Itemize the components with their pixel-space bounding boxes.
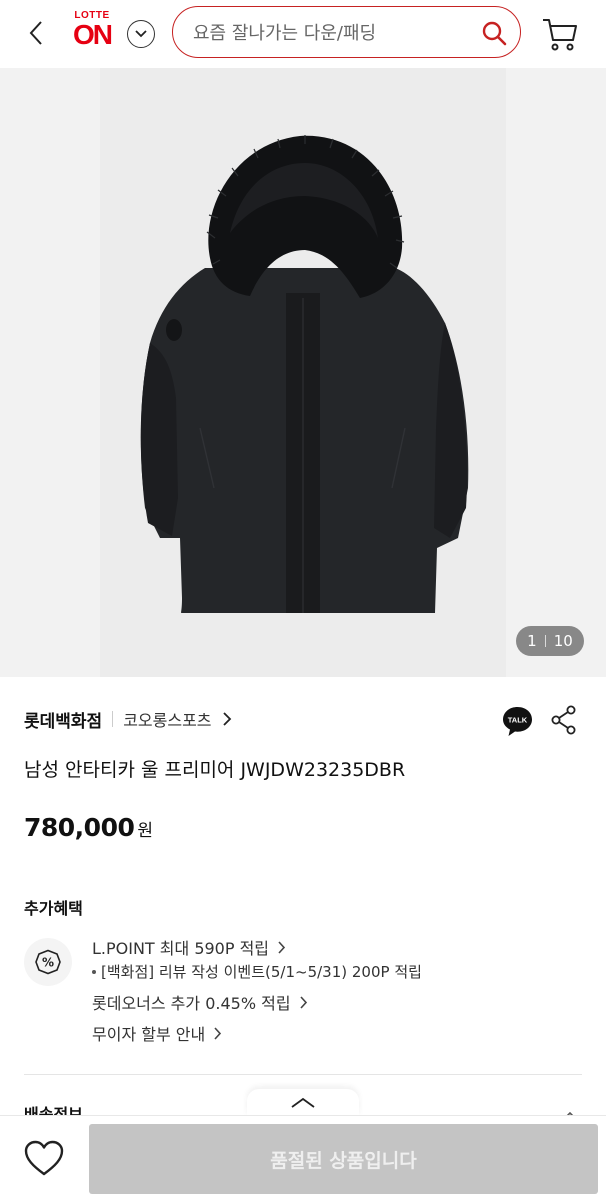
mall-menu-toggle[interactable]	[127, 20, 155, 48]
brand-divider	[112, 711, 114, 727]
product-price: 780,000	[24, 813, 135, 842]
product-image-jacket	[140, 135, 469, 613]
chevron-down-icon	[135, 30, 147, 38]
benefit-review-event: [백화점] 리뷰 작성 이벤트(5/1~5/31) 200P 적립	[92, 961, 422, 982]
sub-brand-link[interactable]: 코오롱스포츠	[123, 707, 211, 731]
top-header: LOTTE ON	[0, 0, 606, 68]
section-divider	[24, 1074, 582, 1075]
brand-row: 롯데백화점 코오롱스포츠	[24, 705, 232, 733]
chevron-right-icon[interactable]	[222, 712, 232, 726]
store-brand-link[interactable]: 롯데백화점	[24, 707, 102, 732]
benefit-lpoint[interactable]: L.POINT 최대 590P 적립	[92, 935, 286, 959]
image-page-counter: 1 10	[516, 626, 584, 656]
talk-chat-icon[interactable]: TALK	[501, 705, 534, 738]
soldout-button[interactable]: 품절된 상품입니다	[89, 1124, 598, 1194]
benefit-lpoint-text: L.POINT 최대 590P 적립	[92, 939, 270, 958]
product-title: 남성 안타티카 울 프리미어 JWJDW23235DBR	[24, 759, 406, 781]
benefit-lotte-owners-text: 롯데오너스 추가 0.45% 적립	[92, 994, 291, 1013]
chevron-right-icon	[278, 940, 286, 954]
search-input[interactable]	[193, 19, 483, 47]
delivery-toggle-peek	[560, 1108, 580, 1115]
heart-icon[interactable]	[20, 1134, 68, 1182]
bullet-dot	[92, 969, 96, 974]
chevron-up-icon	[291, 1097, 315, 1108]
benefit-installment-info[interactable]: 무이자 할부 안내	[92, 1021, 222, 1045]
delivery-section-title-text: 배송정보	[24, 1105, 83, 1115]
discount-percent-icon: %	[24, 938, 72, 986]
benefit-lotte-owners[interactable]: 롯데오너스 추가 0.45% 적립	[92, 990, 308, 1014]
talk-label: TALK	[508, 716, 528, 725]
benefits-section-title: 추가혜택	[24, 899, 83, 918]
share-icon[interactable]	[550, 705, 578, 735]
delivery-section-title: 배송정보	[24, 1105, 83, 1115]
search-bar[interactable]	[172, 6, 521, 58]
price-row: 780,000 원	[24, 813, 153, 842]
back-icon[interactable]	[22, 16, 50, 50]
benefit-installment-text: 무이자 할부 안내	[92, 1025, 206, 1044]
lotte-on-logo[interactable]: LOTTE ON	[64, 10, 120, 54]
expand-panel-tab[interactable]	[247, 1089, 359, 1117]
chevron-right-icon	[214, 1026, 222, 1040]
current-image-index: 1	[527, 632, 537, 650]
percent-glyph: %	[42, 956, 54, 970]
chevron-right-icon	[299, 995, 307, 1009]
price-unit: 원	[137, 821, 154, 841]
counter-divider	[544, 635, 546, 647]
logo-main-text: ON	[73, 19, 113, 50]
product-image-carousel[interactable]: 1 10	[0, 68, 606, 677]
total-image-count: 10	[553, 632, 573, 650]
benefit-review-event-text: [백화점] 리뷰 작성 이벤트(5/1~5/31) 200P 적립	[101, 963, 422, 981]
search-icon[interactable]	[480, 19, 508, 47]
bottom-action-bar: 품절된 상품입니다	[0, 1115, 606, 1200]
cart-icon[interactable]	[540, 14, 580, 54]
